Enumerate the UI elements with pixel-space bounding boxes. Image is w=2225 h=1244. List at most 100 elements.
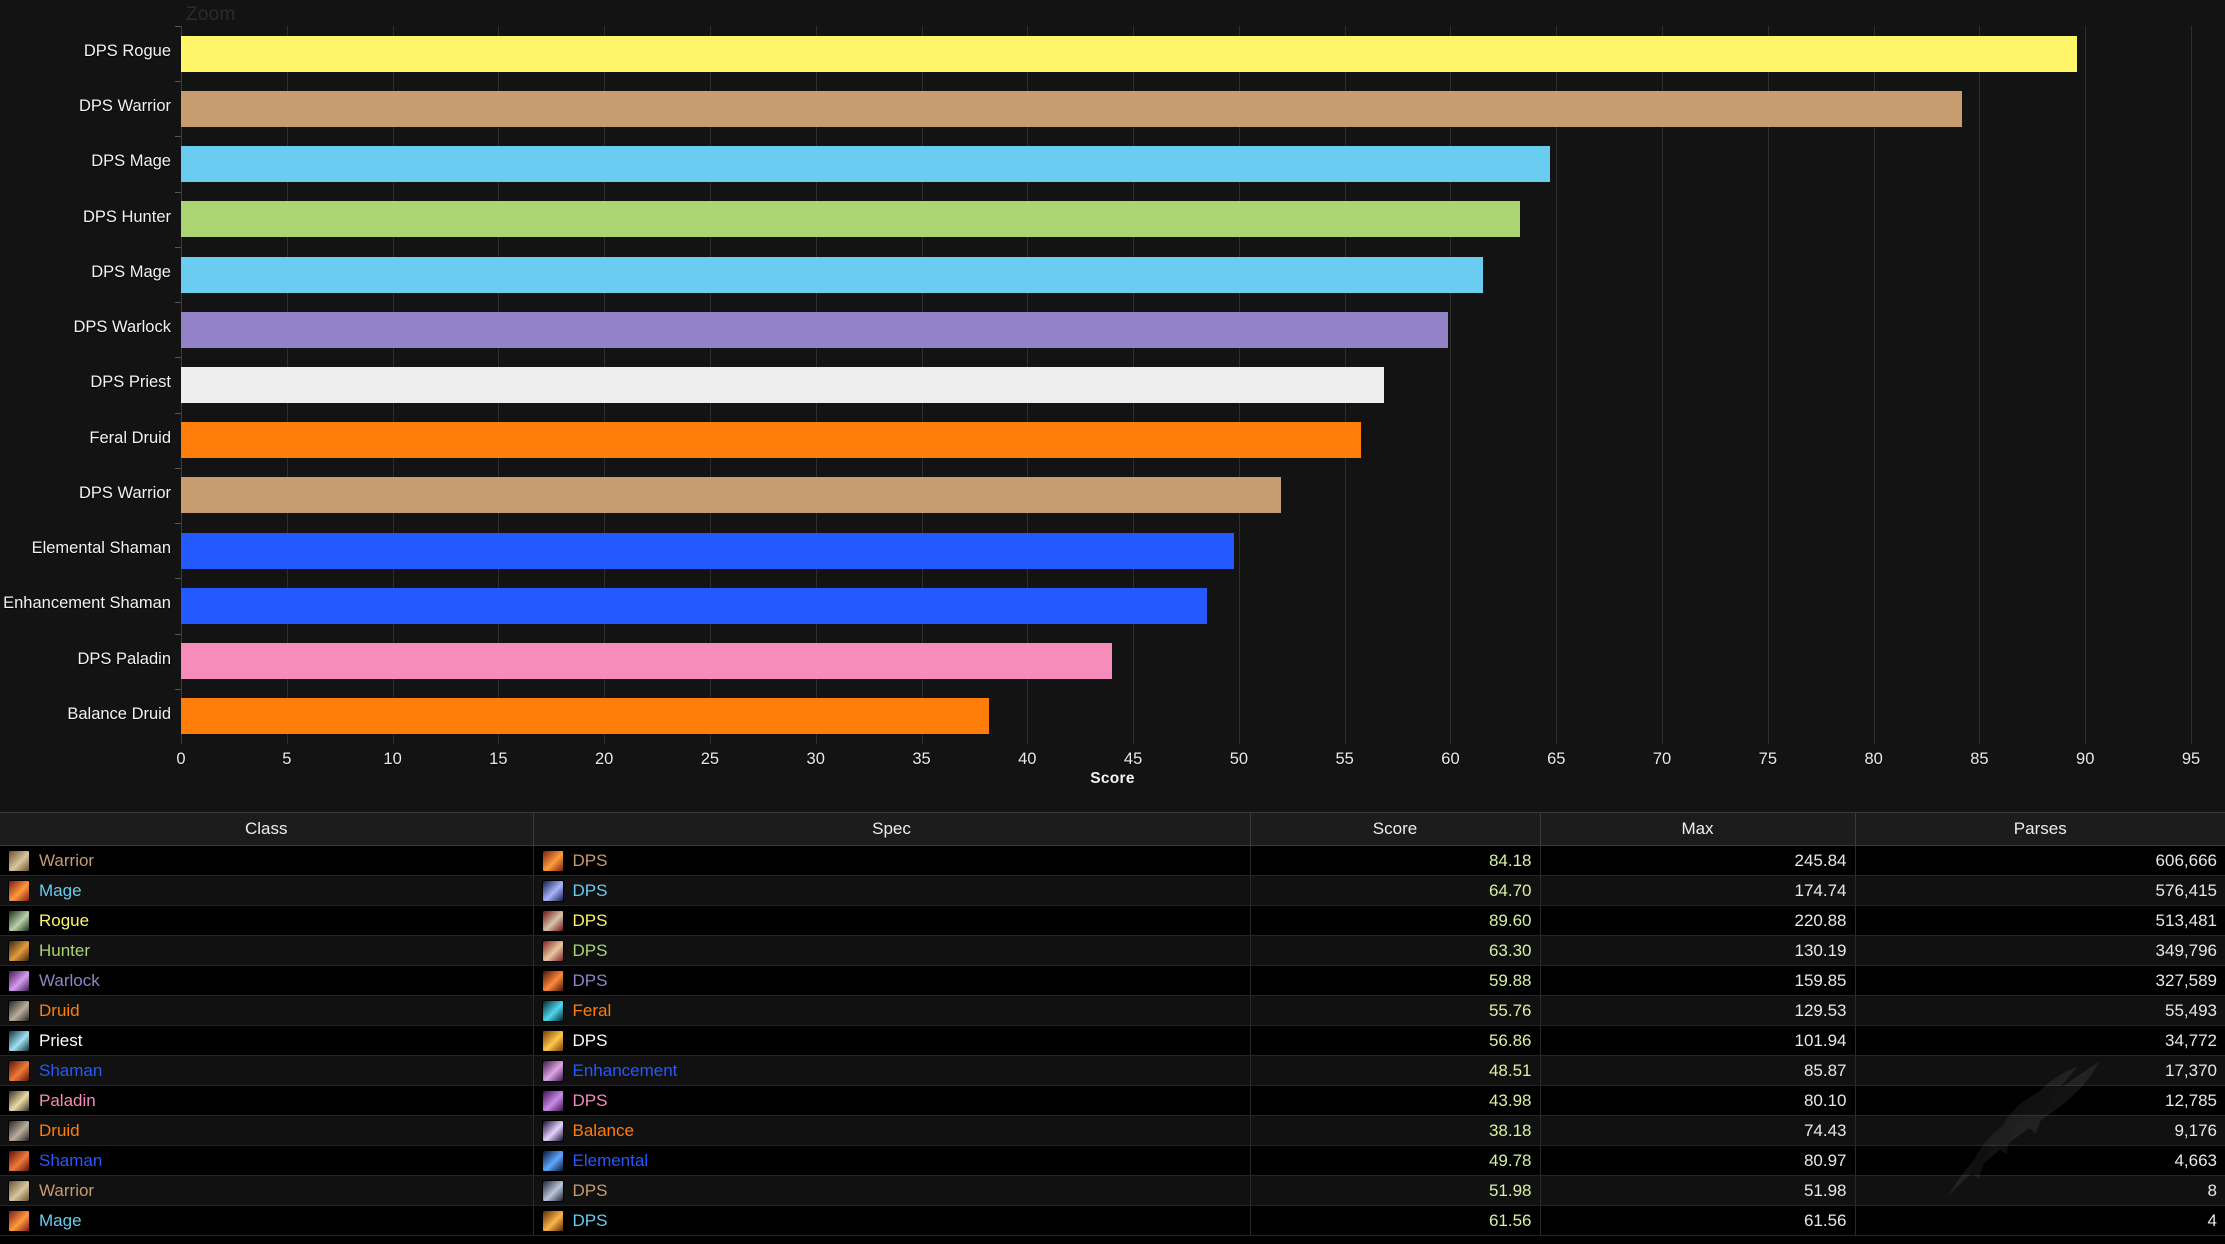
cell-score: 61.56 (1250, 1205, 1541, 1236)
table-row[interactable]: Rogue DPS 89.60 220.88 513,481 (0, 905, 2225, 936)
table-row[interactable]: Mage DPS 64.70 174.74 576,415 (0, 875, 2225, 906)
chart-bar[interactable] (181, 532, 1235, 569)
cell-spec: DPS (533, 845, 1251, 876)
chart-bar[interactable] (181, 477, 1281, 514)
cell-spec: DPS (533, 1175, 1251, 1206)
cell-max: 101.94 (1540, 1025, 1856, 1056)
table-row[interactable]: Priest DPS 56.86 101.94 34,772 (0, 1025, 2225, 1056)
cell-spec: Elemental (533, 1145, 1251, 1176)
chart-bar-row[interactable]: DPS Mage (91, 246, 2191, 302)
chart-bar-row[interactable]: DPS Warlock (74, 302, 2191, 357)
shaman-class-icon (8, 1149, 30, 1172)
chart-bar[interactable] (181, 256, 1484, 293)
cell-parses: 4 (1855, 1205, 2225, 1236)
x-axis-tick-label: 70 (1652, 750, 1672, 768)
druid-feral-spec-icon (541, 999, 564, 1022)
cell-score: 89.60 (1250, 905, 1541, 936)
class-name-label: Druid (39, 1120, 80, 1140)
x-axis-tick-label: 20 (594, 750, 614, 768)
table-row[interactable]: Hunter DPS 63.30 130.19 349,796 (0, 935, 2225, 966)
cell-score: 56.86 (1250, 1025, 1541, 1056)
mage-class-icon (8, 1209, 30, 1232)
x-axis-title: Score (1090, 770, 1135, 787)
cell-class: Druid (0, 1115, 534, 1146)
table-row[interactable]: Paladin DPS 43.98 80.10 12,785 (0, 1085, 2225, 1116)
class-name-label: Rogue (39, 910, 90, 930)
x-axis-tick-label: 35 (912, 750, 931, 768)
table-row[interactable]: Druid Feral 55.76 129.53 55,493 (0, 995, 2225, 1026)
cell-parses: 4,663 (1855, 1145, 2225, 1176)
cell-class: Warrior (0, 1175, 534, 1206)
chart-bar-row[interactable]: Balance Druid (67, 688, 2191, 744)
chart-bar-row[interactable]: DPS Mage (91, 136, 2191, 191)
paladin-dps-spec-icon (541, 1089, 564, 1112)
chart-bar[interactable] (181, 422, 1361, 459)
cell-score: 49.78 (1250, 1145, 1541, 1176)
column-header-spec[interactable]: Spec (533, 812, 1251, 846)
x-axis-tick-label: 15 (489, 750, 508, 768)
rankings-table: Class Spec Score Max Parses Warrior DPS 84… (0, 812, 2225, 1236)
y-axis-category-label: DPS Warrior (79, 483, 171, 502)
cell-spec: DPS (533, 1205, 1251, 1236)
chart-bar[interactable] (181, 698, 989, 735)
column-header-class[interactable]: Class (0, 812, 534, 846)
table-row[interactable]: Mage DPS 61.56 61.56 4 (0, 1205, 2225, 1236)
y-axis-category-label: DPS Warlock (73, 318, 172, 337)
chart-bar-row[interactable]: DPS Warrior (79, 467, 2191, 523)
class-name-label: Shaman (39, 1150, 103, 1170)
spec-name-label: Enhancement (572, 1060, 678, 1080)
x-axis-tick-label: 65 (1547, 750, 1566, 768)
y-axis-tick (175, 357, 181, 359)
table-row[interactable]: Warlock DPS 59.88 159.85 327,589 (0, 965, 2225, 996)
chart-bar-row[interactable]: Feral Druid (89, 412, 2191, 468)
chart-bar[interactable] (181, 90, 1963, 127)
column-header-score[interactable]: Score (1250, 812, 1541, 846)
y-axis-tick (175, 578, 181, 580)
chart-bar-row[interactable]: DPS Warrior (79, 81, 2191, 136)
chart-bar[interactable] (181, 311, 1448, 348)
x-axis-tick-label: 95 (2181, 750, 2201, 768)
y-axis-tick (175, 26, 181, 27)
warrior-dps-spec-icon (541, 1179, 564, 1202)
table-row[interactable]: Warrior DPS 51.98 51.98 8 (0, 1175, 2225, 1206)
mage-dps-spec-icon (541, 879, 564, 902)
y-axis-tick (175, 688, 181, 690)
x-axis-tick-label: 55 (1335, 750, 1354, 768)
spec-name-label: DPS (572, 970, 608, 990)
cell-spec: DPS (533, 875, 1251, 906)
chart-bar-row[interactable]: DPS Paladin (77, 633, 2191, 689)
druid-class-icon (8, 1119, 30, 1142)
spec-name-label: DPS (572, 1210, 608, 1230)
chart-bar-row[interactable]: Elemental Shaman (32, 523, 2191, 578)
cell-spec: DPS (533, 905, 1251, 936)
chart-bar[interactable] (181, 587, 1208, 624)
y-axis-tick (175, 633, 181, 635)
column-header-max[interactable]: Max (1540, 812, 1856, 846)
chart-bar[interactable] (181, 643, 1112, 680)
cell-class: Paladin (0, 1085, 534, 1116)
cell-max: 51.98 (1540, 1175, 1856, 1206)
y-axis-category-label: Enhancement Shaman (3, 594, 171, 613)
chart-bar[interactable] (181, 35, 2077, 72)
chart-bar[interactable] (181, 146, 1550, 183)
table-row[interactable]: Druid Balance 38.18 74.43 9,176 (0, 1115, 2225, 1146)
cell-score: 55.76 (1250, 995, 1541, 1026)
spec-name-label: Feral (572, 1000, 612, 1020)
table-row[interactable]: Shaman Elemental 49.78 80.97 4,663 (0, 1145, 2225, 1176)
table-row[interactable]: Warrior DPS 84.18 245.84 606,666 (0, 845, 2225, 876)
chart-bar-row[interactable]: DPS Priest (90, 357, 2191, 412)
table-header-row: Class Spec Score Max Parses (0, 812, 2225, 846)
y-axis-category-label: Feral Druid (89, 428, 171, 447)
cell-score: 63.30 (1250, 935, 1541, 966)
chart-bar[interactable] (181, 366, 1385, 403)
chart-bar-row[interactable]: DPS Rogue (84, 26, 2191, 81)
chart-bar-row[interactable]: Enhancement Shaman (3, 578, 2191, 633)
y-axis-tick (175, 412, 181, 414)
hunter-class-icon (8, 939, 30, 962)
y-axis-tick (175, 246, 181, 248)
table-row[interactable]: Shaman Enhancement 48.51 85.87 17,370 (0, 1055, 2225, 1086)
chart-bar[interactable] (181, 201, 1521, 238)
column-header-parses[interactable]: Parses (1855, 812, 2225, 846)
mage-dps-spec-icon (541, 1209, 564, 1232)
chart-bar-row[interactable]: DPS Hunter (83, 191, 2191, 247)
